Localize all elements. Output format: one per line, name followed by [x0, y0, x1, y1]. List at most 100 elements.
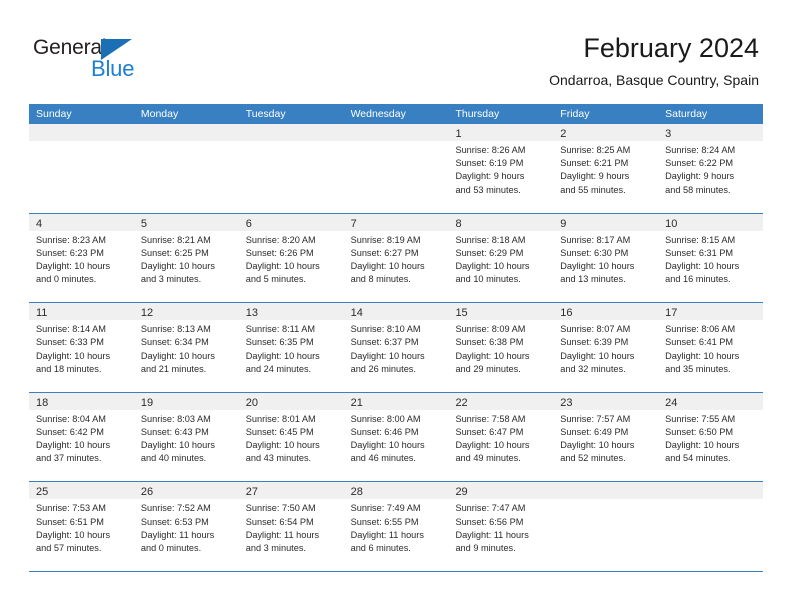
day-number: 12	[140, 307, 154, 320]
day-detail-line: and 29 minutes.	[455, 363, 521, 374]
day-cell-empty	[29, 124, 134, 213]
day-detail-line: Daylight: 10 hours	[140, 440, 215, 451]
day-detail-line: and 24 minutes.	[245, 363, 312, 374]
day-number: 14	[350, 307, 363, 320]
day-cell-12[interactable]: 12 Sunrise: 8:13 AM Sunset: 6:34 PM Dayligh…	[133, 303, 239, 392]
day-cell-9[interactable]: 9 Sunrise: 8:17 AM Sunset: 6:30 PM Daylight…	[553, 213, 659, 303]
day-details: Sunrise: 7:49 AM Sunset: 6:55 PM Daylight:…	[344, 499, 449, 555]
day-details	[658, 499, 763, 502]
day-detail-line: Sunset: 6:39 PM	[560, 337, 629, 348]
day-cell-28[interactable]: 28 Sunrise: 7:49 AM Sunset: 6:55 PM Dayligh…	[343, 482, 449, 571]
day-cell-empty	[553, 482, 659, 571]
day-detail-line: Sunrise: 7:53 AM	[36, 503, 106, 514]
day-cell-2[interactable]: 2 Sunrise: 8:25 AM Sunset: 6:21 PM Daylight…	[553, 124, 659, 213]
day-details: Sunrise: 8:01 AM Sunset: 6:45 PM Daylight:…	[239, 410, 344, 466]
day-cell-1[interactable]: 1 Sunrise: 8:26 AM Sunset: 6:19 PM Daylight…	[448, 124, 554, 213]
day-cell-6[interactable]: 6 Sunrise: 8:20 AM Sunset: 6:26 PM Daylight…	[238, 213, 344, 303]
day-detail-line: Daylight: 10 hours	[665, 440, 740, 451]
day-number: 16	[560, 307, 573, 320]
day-detail-line: Daylight: 10 hours	[350, 261, 425, 271]
day-cell-26[interactable]: 26 Sunrise: 7:52 AM Sunset: 6:53 PM Dayligh…	[133, 482, 239, 571]
day-cell-empty	[343, 124, 449, 213]
day-number: 6	[245, 217, 252, 230]
day-number: 22	[455, 396, 468, 409]
day-detail-line: Sunrise: 7:50 AM	[245, 503, 316, 514]
day-cell-7[interactable]: 7 Sunrise: 8:19 AM Sunset: 6:27 PM Daylight…	[343, 213, 449, 303]
day-details: Sunrise: 8:19 AM Sunset: 6:27 PM Daylight:…	[344, 231, 449, 287]
day-detail-line: and 57 minutes.	[36, 542, 102, 553]
day-detail-line: Sunrise: 7:57 AM	[560, 413, 631, 424]
day-detail-line: Daylight: 10 hours	[455, 440, 530, 451]
day-detail-line: Sunrise: 7:47 AM	[455, 503, 526, 514]
day-number: 24	[665, 396, 678, 409]
day-details: Sunrise: 8:26 AM Sunset: 6:19 PM Daylight:…	[448, 141, 553, 197]
page-subtitle: Ondarroa, Basque Country, Spain	[549, 72, 759, 88]
day-number-strip: 7	[343, 213, 449, 231]
day-cell-4[interactable]: 4 Sunrise: 8:23 AM Sunset: 6:23 PM Daylight…	[29, 213, 134, 303]
day-detail-line: Daylight: 10 hours	[350, 350, 425, 361]
day-number: 20	[245, 396, 258, 409]
day-details: Sunrise: 7:58 AM Sunset: 6:47 PM Daylight:…	[448, 410, 553, 466]
day-number-strip: 6	[238, 213, 344, 231]
day-number: 25	[36, 486, 49, 499]
day-detail-line: Sunrise: 8:15 AM	[665, 234, 736, 245]
day-detail-line: Daylight: 10 hours	[36, 529, 111, 540]
day-cell-3[interactable]: 3 Sunrise: 8:24 AM Sunset: 6:22 PM Daylight…	[658, 124, 764, 213]
day-detail-line: Daylight: 10 hours	[665, 261, 740, 271]
day-detail-line: Sunset: 6:29 PM	[455, 247, 524, 258]
page-header: General Blue February 2024 Ondarroa, Bas…	[0, 0, 792, 104]
day-cell-20[interactable]: 20 Sunrise: 8:01 AM Sunset: 6:45 PM Dayligh…	[238, 392, 344, 482]
day-number-strip: 11	[29, 303, 134, 321]
day-detail-line: Sunset: 6:26 PM	[245, 247, 314, 258]
day-details: Sunrise: 8:23 AM Sunset: 6:23 PM Daylight:…	[29, 231, 134, 287]
day-number: 1	[455, 128, 462, 140]
day-cell-11[interactable]: 11 Sunrise: 8:14 AM Sunset: 6:33 PM Dayligh…	[29, 303, 134, 392]
day-cell-21[interactable]: 21 Sunrise: 8:00 AM Sunset: 6:46 PM Dayligh…	[343, 392, 449, 482]
calendar-grid: Sunday Monday Tuesday Wednesday Thursday Frid…	[29, 104, 764, 572]
weekday-header-saturday: Saturday	[665, 108, 708, 120]
day-cell-29[interactable]: 29 Sunrise: 7:47 AM Sunset: 6:56 PM Dayligh…	[448, 482, 554, 571]
day-number-strip: 12	[133, 303, 239, 321]
day-detail-line: Sunset: 6:31 PM	[665, 247, 734, 258]
day-details: Sunrise: 8:13 AM Sunset: 6:34 PM Daylight:…	[134, 320, 239, 376]
day-details: Sunrise: 8:03 AM Sunset: 6:43 PM Daylight:…	[134, 410, 239, 466]
day-number-strip: 18	[29, 392, 134, 410]
day-cell-17[interactable]: 17 Sunrise: 8:06 AM Sunset: 6:41 PM Dayligh…	[658, 303, 764, 392]
day-cell-22[interactable]: 22 Sunrise: 7:58 AM Sunset: 6:47 PM Dayligh…	[448, 392, 554, 482]
day-number: 21	[350, 396, 363, 409]
day-detail-line: Sunset: 6:33 PM	[36, 337, 104, 348]
day-detail-line: Sunrise: 8:17 AM	[560, 234, 631, 245]
day-number: 3	[665, 128, 672, 140]
day-detail-line: and 13 minutes.	[560, 274, 626, 285]
day-cell-25[interactable]: 25 Sunrise: 7:53 AM Sunset: 6:51 PM Dayligh…	[29, 482, 134, 571]
day-detail-line: and 49 minutes.	[455, 453, 521, 464]
day-detail-line: Sunrise: 8:26 AM	[455, 145, 526, 155]
day-cell-24[interactable]: 24 Sunrise: 7:55 AM Sunset: 6:50 PM Dayligh…	[658, 392, 764, 482]
day-cell-23[interactable]: 23 Sunrise: 7:57 AM Sunset: 6:49 PM Dayligh…	[553, 392, 659, 482]
day-cell-27[interactable]: 27 Sunrise: 7:50 AM Sunset: 6:54 PM Dayligh…	[238, 482, 344, 571]
day-cell-18[interactable]: 18 Sunrise: 8:04 AM Sunset: 6:42 PM Dayligh…	[29, 392, 134, 482]
day-cell-14[interactable]: 14 Sunrise: 8:10 AM Sunset: 6:37 PM Dayligh…	[343, 303, 449, 392]
day-cell-8[interactable]: 8 Sunrise: 8:18 AM Sunset: 6:29 PM Daylight…	[448, 213, 554, 303]
day-details: Sunrise: 8:25 AM Sunset: 6:21 PM Daylight:…	[553, 141, 658, 197]
day-cell-16[interactable]: 16 Sunrise: 8:07 AM Sunset: 6:39 PM Dayligh…	[553, 303, 659, 392]
day-detail-line: Sunset: 6:51 PM	[36, 516, 104, 527]
day-cell-19[interactable]: 19 Sunrise: 8:03 AM Sunset: 6:43 PM Dayligh…	[133, 392, 239, 482]
day-number-strip: 24	[658, 392, 764, 410]
day-cell-15[interactable]: 15 Sunrise: 8:09 AM Sunset: 6:38 PM Dayligh…	[448, 303, 554, 392]
day-number: 10	[665, 217, 678, 230]
day-cell-5[interactable]: 5 Sunrise: 8:21 AM Sunset: 6:25 PM Daylight…	[133, 213, 239, 303]
day-cell-10[interactable]: 10 Sunrise: 8:15 AM Sunset: 6:31 PM Dayligh…	[658, 213, 764, 303]
day-detail-line: and 16 minutes.	[665, 274, 731, 285]
day-detail-line: and 37 minutes.	[36, 453, 102, 464]
day-detail-line: Sunset: 6:49 PM	[560, 426, 629, 437]
day-details: Sunrise: 7:47 AM Sunset: 6:56 PM Daylight:…	[448, 499, 553, 555]
day-cell-13[interactable]: 13 Sunrise: 8:11 AM Sunset: 6:35 PM Dayligh…	[238, 303, 344, 392]
day-detail-line: Sunset: 6:19 PM	[455, 158, 524, 169]
day-details: Sunrise: 8:06 AM Sunset: 6:41 PM Daylight:…	[658, 320, 763, 376]
day-detail-line: and 3 minutes.	[245, 542, 306, 553]
day-detail-line: Sunrise: 7:58 AM	[455, 413, 526, 424]
day-number-strip: 26	[133, 482, 239, 500]
day-details: Sunrise: 8:17 AM Sunset: 6:30 PM Daylight:…	[553, 231, 658, 287]
day-details: Sunrise: 7:50 AM Sunset: 6:54 PM Daylight:…	[239, 499, 344, 555]
